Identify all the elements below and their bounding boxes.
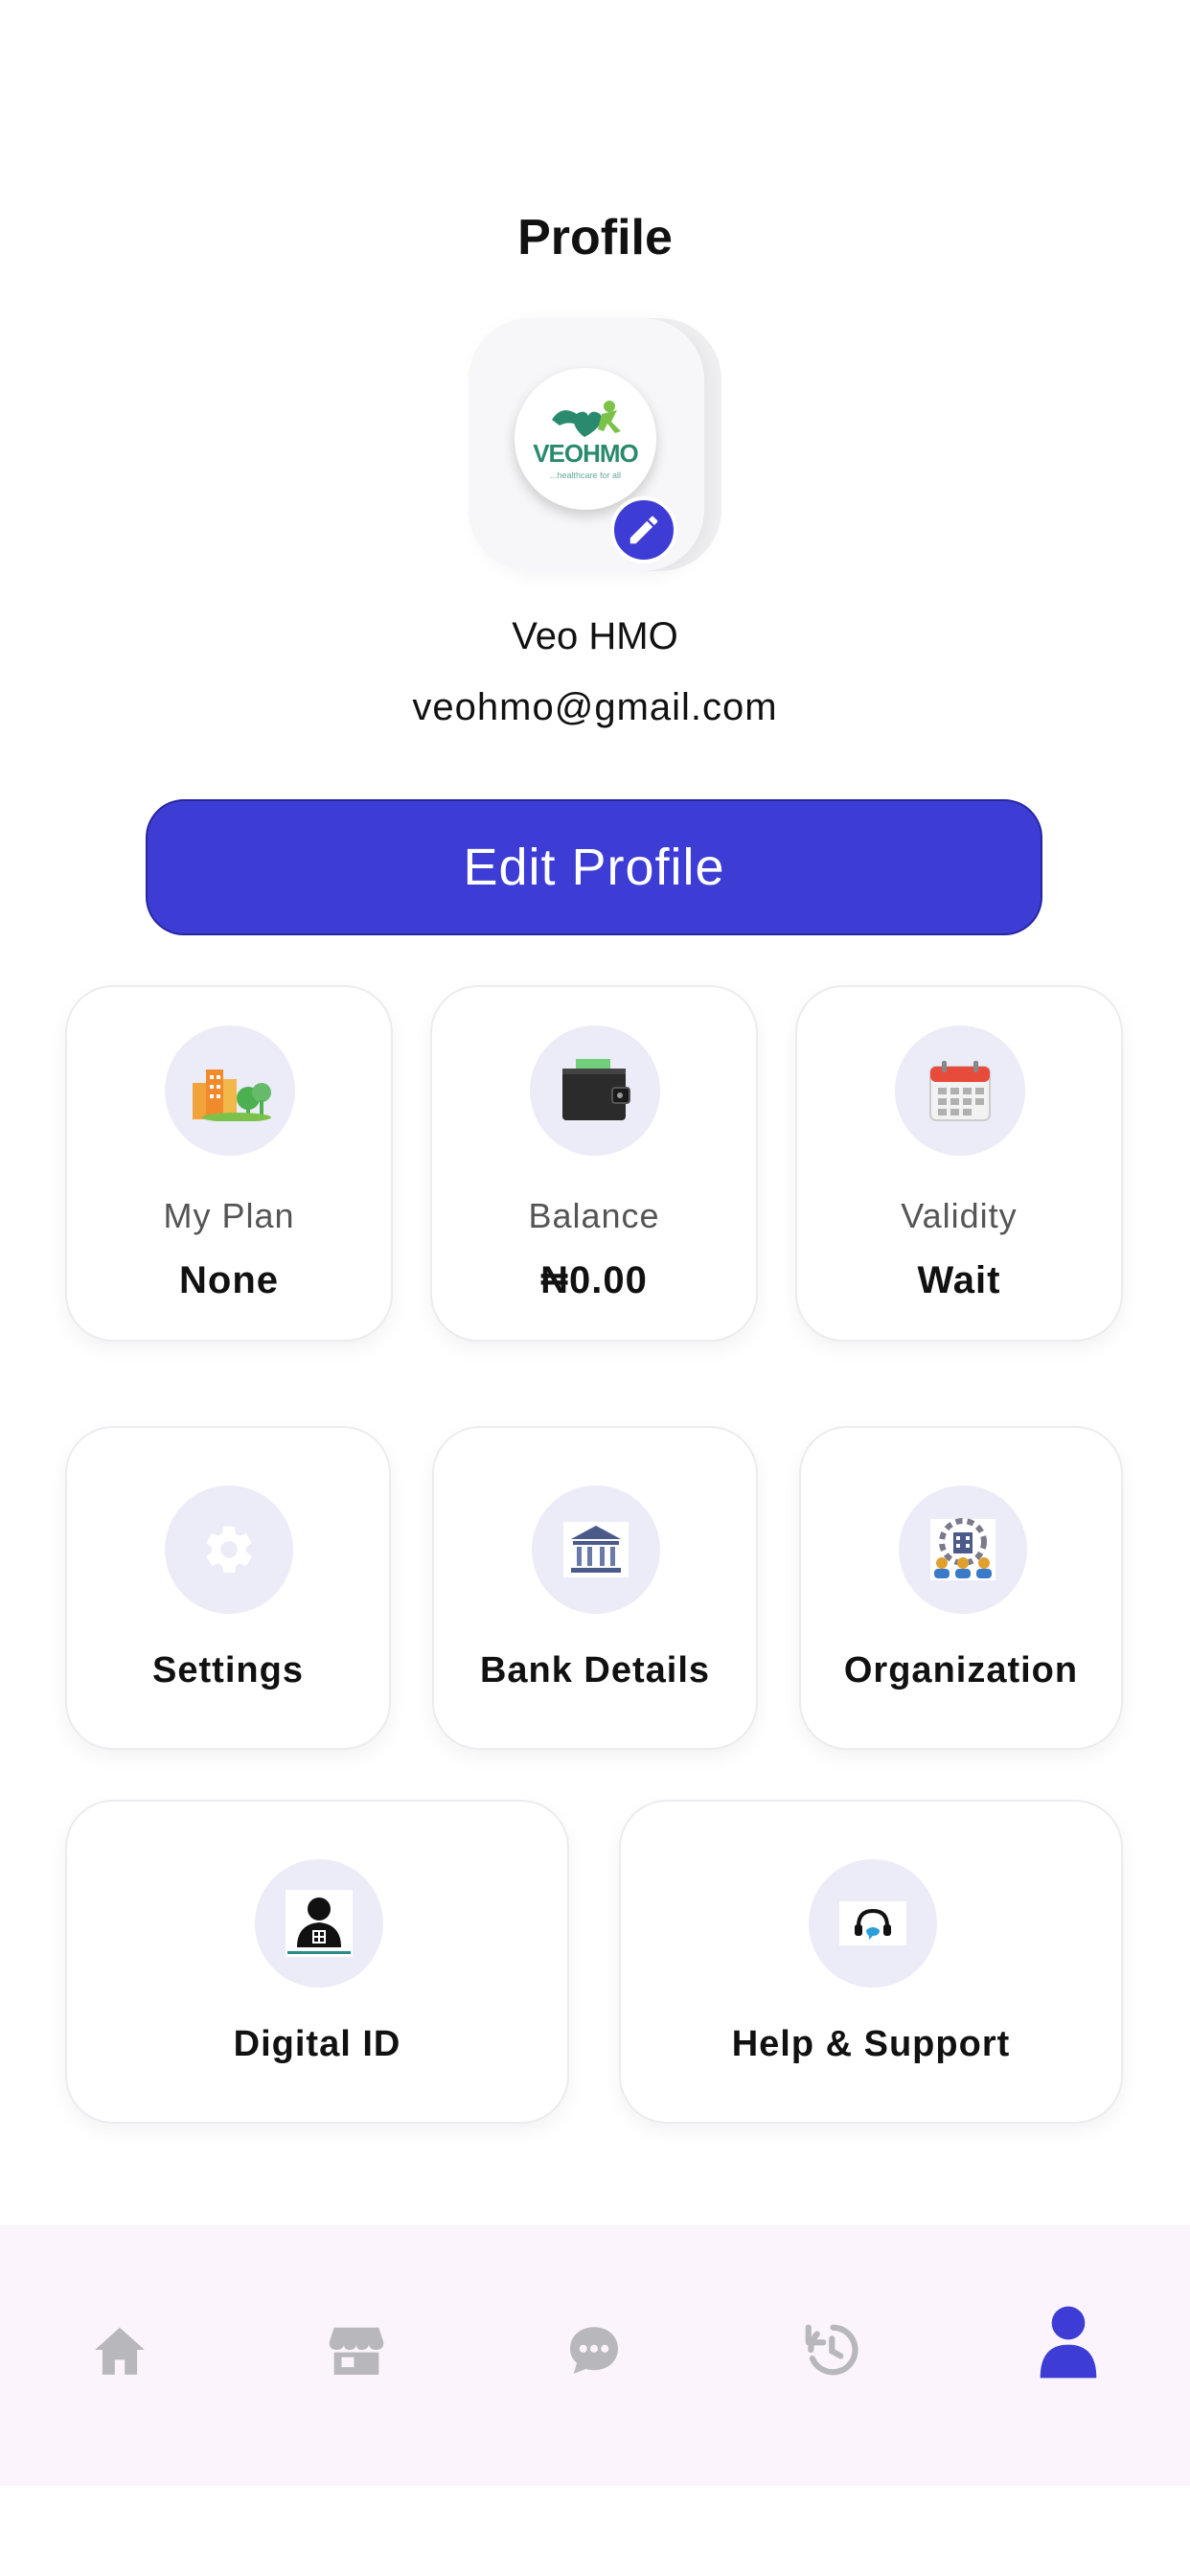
avatar[interactable]: VEOHMO ...healthcare for all	[469, 318, 721, 571]
bottom-navigation	[0, 2225, 1190, 2486]
city-plan-icon	[165, 1025, 295, 1156]
veohmo-logo: VEOHMO ...healthcare for all	[515, 368, 656, 510]
stat-label: Validity	[901, 1196, 1018, 1235]
menu-label: Settings	[152, 1650, 304, 1690]
page-title: Profile	[517, 210, 673, 265]
digital-id-icon	[255, 1859, 383, 1988]
pencil-icon	[629, 516, 658, 544]
logo-wordmark: VEOHMO	[533, 438, 639, 468]
history-icon	[805, 2324, 858, 2376]
organization-icon	[899, 1485, 1027, 1614]
user-name: Veo HMO	[512, 615, 678, 657]
nav-store[interactable]	[318, 2312, 395, 2388]
headset-support-icon	[809, 1859, 937, 1988]
heart-figure-icon	[552, 400, 621, 437]
bank-icon	[532, 1485, 660, 1614]
store-icon	[329, 2327, 384, 2375]
nav-profile[interactable]	[1030, 2304, 1107, 2380]
nav-history[interactable]	[792, 2312, 869, 2388]
profile-icon	[1040, 2306, 1097, 2379]
calendar-icon	[895, 1025, 1025, 1156]
chat-icon	[570, 2327, 618, 2374]
settings-card[interactable]: Settings	[65, 1426, 391, 1750]
nav-chat[interactable]	[556, 2312, 632, 2388]
stat-label: My Plan	[163, 1196, 295, 1235]
stat-card-validity[interactable]: Validity Wait	[795, 985, 1123, 1342]
edit-avatar-button[interactable]	[610, 496, 677, 564]
stat-card-balance[interactable]: Balance ₦0.00	[430, 985, 758, 1342]
nav-home[interactable]	[81, 2312, 158, 2388]
menu-label: Digital ID	[233, 2024, 401, 2064]
help-support-card[interactable]: Help & Support	[619, 1800, 1123, 2124]
logo-tagline: ...healthcare for all	[549, 470, 622, 480]
stat-card-my-plan[interactable]: My Plan None	[65, 985, 393, 1342]
menu-label: Help & Support	[731, 2024, 1011, 2064]
organization-card[interactable]: Organization	[799, 1426, 1123, 1750]
gear-icon	[165, 1485, 293, 1614]
stat-label: Balance	[528, 1196, 660, 1235]
bank-details-card[interactable]: Bank Details	[432, 1426, 758, 1750]
digital-id-card[interactable]: Digital ID	[65, 1800, 569, 2124]
stat-value: ₦0.00	[540, 1259, 648, 1301]
wallet-icon	[530, 1025, 660, 1156]
home-icon	[95, 2327, 145, 2375]
menu-label: Bank Details	[479, 1650, 711, 1690]
stat-value: None	[179, 1259, 279, 1301]
stat-value: Wait	[917, 1259, 1001, 1301]
menu-label: Organization	[843, 1650, 1079, 1690]
edit-profile-button[interactable]: Edit Profile	[146, 799, 1042, 935]
user-email: veohmo@gmail.com	[412, 686, 778, 728]
